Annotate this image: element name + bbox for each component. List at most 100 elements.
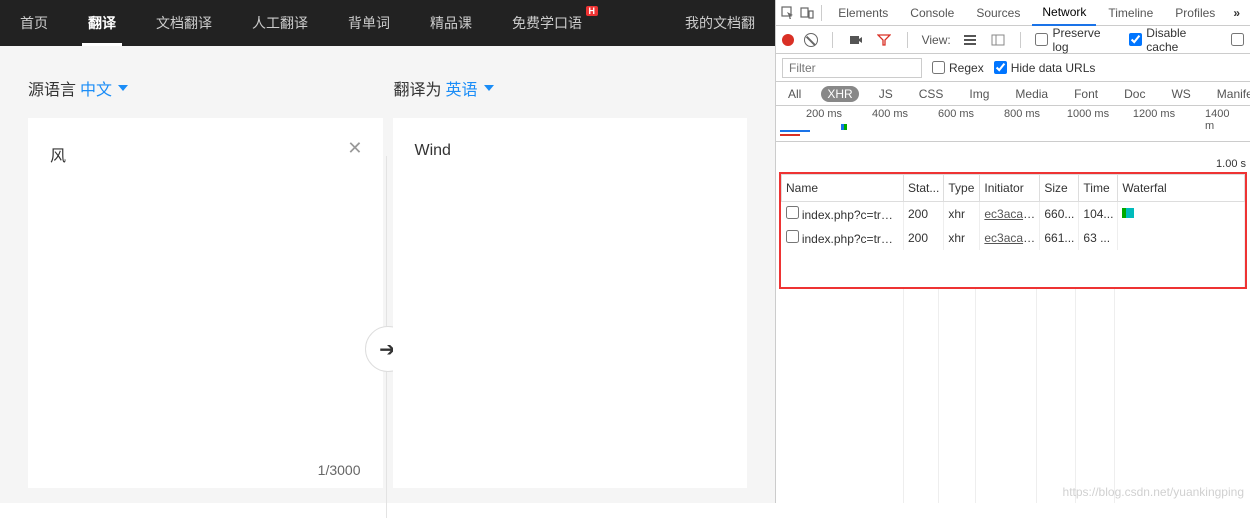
network-table-highlight: Name Stat... Type Initiator Size Time Wa… xyxy=(779,172,1247,289)
target-lang-value: 英语 xyxy=(446,76,478,100)
request-row[interactable]: index.php?c=tran... 200 xhr ec3aca3... 6… xyxy=(782,226,1245,250)
nav-my-docs[interactable]: 我的文档翻 xyxy=(665,0,775,46)
inspect-icon[interactable] xyxy=(780,4,797,22)
source-textarea[interactable]: 风 ✕ 1/3000 xyxy=(28,118,383,488)
request-name: index.php?c=tran... xyxy=(802,208,904,222)
tick-label: 200 ms xyxy=(806,108,842,120)
clear-button[interactable] xyxy=(804,33,818,47)
filter-input[interactable] xyxy=(782,58,922,78)
target-lang-prefix: 翻译为 xyxy=(394,76,442,100)
nav-courses[interactable]: 精品课 xyxy=(410,0,492,46)
request-time: 63 ... xyxy=(1079,226,1118,250)
view-list-icon[interactable] xyxy=(961,31,979,49)
col-initiator[interactable]: Initiator xyxy=(980,175,1040,202)
source-lang-prefix: 源语言 xyxy=(28,76,76,100)
network-toolbar: View: Preserve log Disable cache xyxy=(776,26,1250,54)
hot-badge: H xyxy=(586,6,599,16)
type-filter-bar: All XHR JS CSS Img Media Font Doc WS Man… xyxy=(776,82,1250,106)
nav-translate[interactable]: 翻译 xyxy=(68,0,136,46)
timeline-bar xyxy=(780,130,810,132)
filter-ws[interactable]: WS xyxy=(1165,86,1196,102)
hide-data-urls-checkbox[interactable]: Hide data URLs xyxy=(994,61,1096,75)
filter-js[interactable]: JS xyxy=(873,86,899,102)
filter-xhr[interactable]: XHR xyxy=(821,86,858,102)
device-icon[interactable] xyxy=(799,4,816,22)
network-table: Name Stat... Type Initiator Size Time Wa… xyxy=(781,174,1245,287)
request-status: 200 xyxy=(904,202,944,227)
request-initiator[interactable]: ec3aca3... xyxy=(984,207,1039,221)
tab-console[interactable]: Console xyxy=(900,0,964,26)
col-type[interactable]: Type xyxy=(944,175,980,202)
nav-doc-translate[interactable]: 文档翻译 xyxy=(136,0,232,46)
source-text: 风 xyxy=(50,148,66,165)
source-lang-value: 中文 xyxy=(80,76,112,100)
request-initiator[interactable]: ec3aca3... xyxy=(984,231,1039,245)
col-name[interactable]: Name xyxy=(782,175,904,202)
preserve-log-checkbox[interactable]: Preserve log xyxy=(1035,26,1119,54)
offline-checkbox[interactable] xyxy=(1231,33,1244,46)
filter-doc[interactable]: Doc xyxy=(1118,86,1151,102)
tab-timeline[interactable]: Timeline xyxy=(1098,0,1163,26)
filter-img[interactable]: Img xyxy=(963,86,995,102)
filter-icon[interactable] xyxy=(875,31,893,49)
row-checkbox[interactable] xyxy=(786,206,799,219)
regex-checkbox[interactable]: Regex xyxy=(932,61,984,75)
record-button[interactable] xyxy=(782,34,794,46)
filter-media[interactable]: Media xyxy=(1009,86,1054,102)
request-type: xhr xyxy=(944,226,980,250)
view-label: View: xyxy=(922,33,951,47)
tick-label: 1000 ms xyxy=(1067,108,1109,120)
request-status: 200 xyxy=(904,226,944,250)
tick-label: 400 ms xyxy=(872,108,908,120)
filter-bar: Regex Hide data URLs xyxy=(776,54,1250,82)
col-status[interactable]: Stat... xyxy=(904,175,944,202)
row-checkbox[interactable] xyxy=(786,230,799,243)
tick-label: 1400 m xyxy=(1205,108,1235,132)
tab-profiles[interactable]: Profiles xyxy=(1165,0,1225,26)
hide-data-urls-label: Hide data URLs xyxy=(1011,61,1096,75)
clear-icon[interactable]: ✕ xyxy=(347,138,362,159)
timeline-mark xyxy=(841,124,847,130)
nav-vocab[interactable]: 背单词 xyxy=(328,0,410,46)
waterfall-cell xyxy=(1118,226,1245,250)
filter-font[interactable]: Font xyxy=(1068,86,1104,102)
request-type: xhr xyxy=(944,202,980,227)
filter-manifest[interactable]: Manifest xyxy=(1211,86,1250,102)
col-size[interactable]: Size xyxy=(1040,175,1079,202)
nav-home[interactable]: 首页 xyxy=(0,0,68,46)
request-row[interactable]: index.php?c=tran... 200 xhr ec3aca3... 6… xyxy=(782,202,1245,227)
devtools-tabbar: Elements Console Sources Network Timelin… xyxy=(776,0,1250,26)
col-time[interactable]: Time xyxy=(1079,175,1118,202)
waterfall-cell xyxy=(1118,202,1245,227)
camera-icon[interactable] xyxy=(847,31,865,49)
col-waterfall[interactable]: Waterfal xyxy=(1118,175,1245,202)
nav-free-spoken-label: 免费学口语 xyxy=(512,13,582,33)
tab-sources[interactable]: Sources xyxy=(966,0,1030,26)
nav-free-spoken[interactable]: 免费学口语 H xyxy=(492,0,602,46)
request-size: 660... xyxy=(1040,202,1079,227)
more-tabs-icon[interactable]: » xyxy=(1227,6,1246,20)
timeline-overview[interactable]: 200 ms 400 ms 600 ms 800 ms 1000 ms 1200… xyxy=(776,106,1250,142)
disable-cache-checkbox[interactable]: Disable cache xyxy=(1129,26,1221,54)
top-nav: 首页 翻译 文档翻译 人工翻译 背单词 精品课 免费学口语 H 我的文档翻 xyxy=(0,0,775,46)
target-textarea: Wind xyxy=(393,118,748,488)
tab-network[interactable]: Network xyxy=(1032,0,1096,26)
network-empty-grid xyxy=(776,289,1250,503)
tab-elements[interactable]: Elements xyxy=(828,0,898,26)
request-name: index.php?c=tran... xyxy=(802,232,904,246)
source-lang-selector[interactable]: 源语言 中文 xyxy=(28,76,388,100)
timeline-bar xyxy=(780,134,800,136)
chevron-down-icon xyxy=(484,85,494,91)
chevron-down-icon xyxy=(118,85,128,91)
char-counter: 1/3000 xyxy=(318,462,361,478)
view-frame-icon[interactable] xyxy=(989,31,1007,49)
filter-css[interactable]: CSS xyxy=(913,86,950,102)
disable-cache-label: Disable cache xyxy=(1146,26,1221,54)
request-size: 661... xyxy=(1040,226,1079,250)
target-lang-selector[interactable]: 翻译为 英语 xyxy=(394,76,748,100)
timeline-seconds: 1.00 s xyxy=(1216,158,1246,170)
nav-human-translate[interactable]: 人工翻译 xyxy=(232,0,328,46)
request-time: 104... xyxy=(1079,202,1118,227)
filter-all[interactable]: All xyxy=(782,86,807,102)
tick-label: 800 ms xyxy=(1004,108,1040,120)
